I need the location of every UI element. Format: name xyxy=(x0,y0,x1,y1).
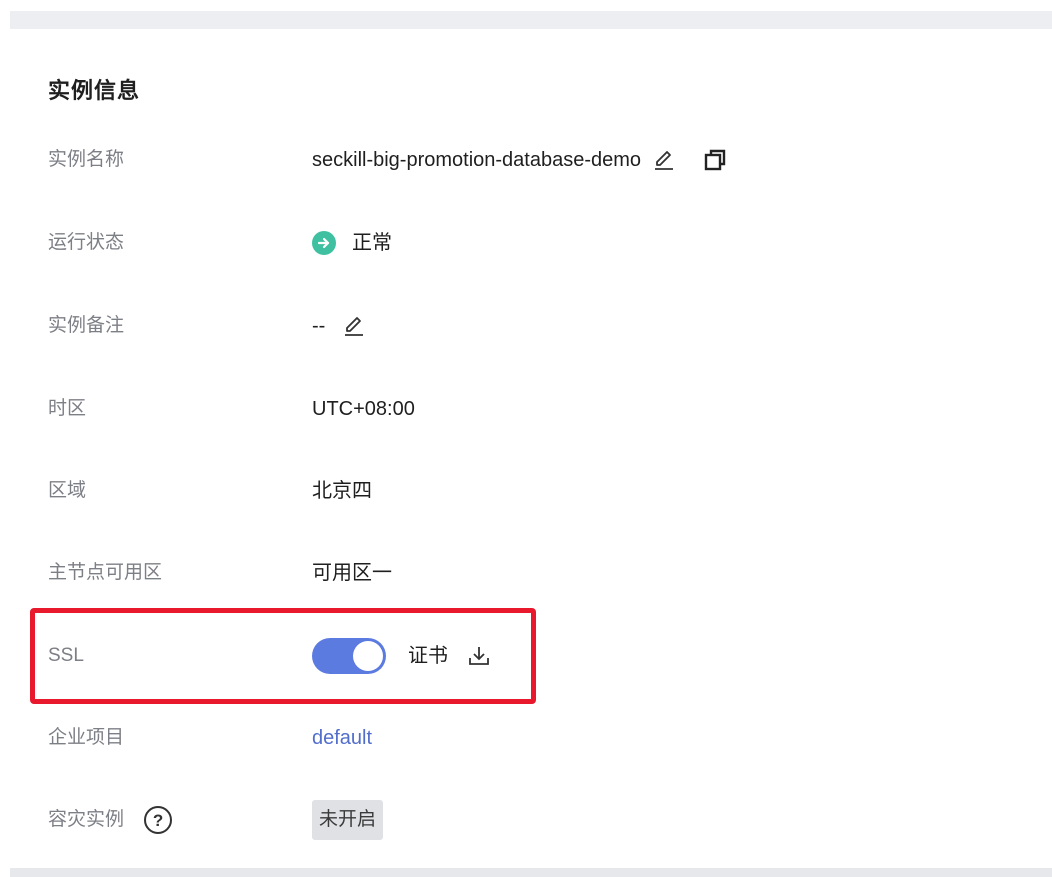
row-timezone: 时区 UTC+08:00 xyxy=(48,387,948,431)
dr-instance-label-group: 容灾实例 ? xyxy=(48,798,173,842)
ssl-cert-label: 证书 xyxy=(408,645,448,667)
row-running-status: 运行状态 正常 xyxy=(48,221,948,265)
arrow-right-circle-icon xyxy=(312,231,336,255)
running-status-label: 运行状态 xyxy=(48,232,125,253)
row-ssl: SSL 证书 xyxy=(48,634,948,678)
timezone-label: 时区 xyxy=(48,398,87,419)
pencil-icon[interactable] xyxy=(343,315,365,337)
ssl-value-group: 证书 xyxy=(312,634,490,678)
bottom-divider-bar xyxy=(10,868,1052,877)
instance-name-label: 实例名称 xyxy=(48,149,125,170)
running-status-value-group: 正常 xyxy=(312,221,392,265)
row-primary-az: 主节点可用区 可用区一 xyxy=(48,551,948,595)
region-label: 区域 xyxy=(48,480,87,501)
dr-instance-value-group: 未开启 xyxy=(312,798,384,842)
enterprise-project-value-group: default xyxy=(312,716,372,760)
instance-remark-value: -- xyxy=(312,315,326,337)
instance-name-value: seckill-big-promotion-database-demo xyxy=(312,149,642,171)
timezone-value: UTC+08:00 xyxy=(312,398,415,420)
ssl-toggle-knob xyxy=(353,641,383,671)
primary-az-value: 可用区一 xyxy=(312,562,392,584)
row-enterprise-project: 企业项目 default xyxy=(48,716,948,760)
download-icon[interactable] xyxy=(468,645,490,667)
row-dr-instance: 容灾实例 ? 未开启 xyxy=(48,798,948,842)
enterprise-project-label: 企业项目 xyxy=(48,727,125,748)
row-instance-remark: 实例备注 -- xyxy=(48,304,948,348)
region-value: 北京四 xyxy=(312,480,372,502)
row-instance-name: 实例名称 seckill-big-promotion-database-demo xyxy=(48,138,948,182)
running-status-value: 正常 xyxy=(352,232,392,254)
enterprise-project-link[interactable]: default xyxy=(312,716,372,760)
primary-az-label: 主节点可用区 xyxy=(48,562,163,583)
dr-instance-label: 容灾实例 xyxy=(48,809,125,830)
row-region: 区域 北京四 xyxy=(48,469,948,513)
copy-icon[interactable] xyxy=(703,148,727,172)
ssl-label: SSL xyxy=(48,645,84,666)
section-title: 实例信息 xyxy=(48,78,141,103)
top-divider-bar xyxy=(10,11,1052,29)
instance-name-value-group: seckill-big-promotion-database-demo xyxy=(312,138,727,182)
instance-remark-value-group: -- xyxy=(312,304,365,348)
instance-remark-label: 实例备注 xyxy=(48,315,125,336)
dr-instance-status-badge: 未开启 xyxy=(312,800,384,840)
pencil-icon[interactable] xyxy=(653,149,675,171)
question-circle-icon[interactable]: ? xyxy=(144,806,173,834)
ssl-toggle[interactable] xyxy=(312,638,386,674)
